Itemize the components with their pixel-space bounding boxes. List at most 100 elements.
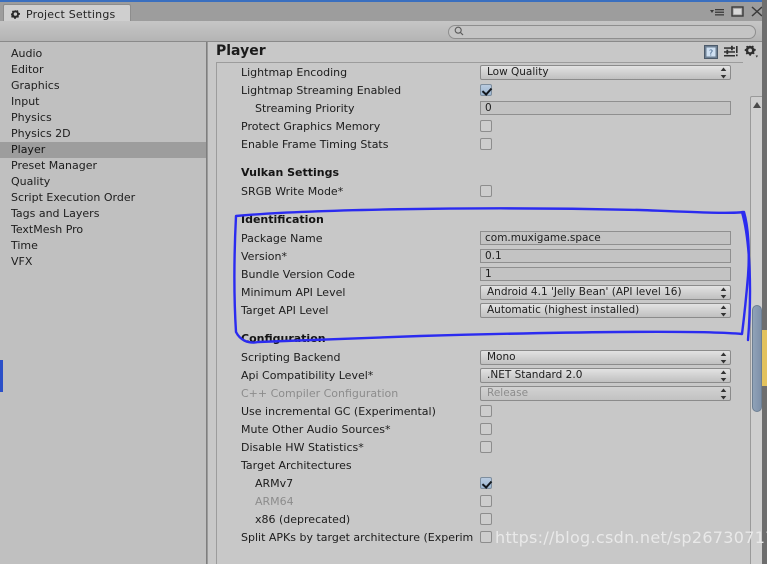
setting-row-srgb-write-mode: SRGB Write Mode* xyxy=(217,182,743,200)
sidebar-item-script-execution-order[interactable]: Script Execution Order xyxy=(0,190,206,206)
setting-label: Api Compatibility Level* xyxy=(241,368,374,382)
checkbox-armv7[interactable] xyxy=(480,477,492,489)
pane-header-icons: ? xyxy=(704,45,759,62)
setting-row-lightmap-streaming-enabled: Lightmap Streaming Enabled xyxy=(217,81,743,99)
text-field-streaming-priority[interactable]: 0 xyxy=(480,101,731,115)
checkbox-srgb-write-mode[interactable] xyxy=(480,185,492,197)
sidebar-item-label: Player xyxy=(11,143,46,156)
dropdown-target-api-level[interactable]: Automatic (highest installed) xyxy=(480,302,731,318)
sidebar-item-label: TextMesh Pro xyxy=(11,223,84,236)
preset-icon[interactable] xyxy=(724,45,738,62)
checkbox-use-incremental-gc-experimental[interactable] xyxy=(480,405,492,417)
checkbox-lightmap-streaming-enabled[interactable] xyxy=(480,84,492,96)
checkbox-x86-deprecated[interactable] xyxy=(480,513,492,525)
gear-icon[interactable] xyxy=(744,45,759,62)
help-icon[interactable]: ? xyxy=(704,45,718,62)
checkbox-protect-graphics-memory[interactable] xyxy=(480,120,492,132)
dropdown-minimum-api-level[interactable]: Android 4.1 'Jelly Bean' (API level 16) xyxy=(480,284,731,300)
setting-row-target-api-level: Target API Level Automatic (highest insta… xyxy=(217,301,743,319)
setting-label: Lightmap Encoding xyxy=(241,65,348,79)
window-right-edge xyxy=(762,0,767,564)
section-header-identification: Identification xyxy=(241,212,324,226)
row-spacer xyxy=(217,200,743,209)
chevron-updown-icon xyxy=(720,388,727,400)
page-title: Player xyxy=(216,43,266,59)
dropdown-api-compatibility-level[interactable]: .NET Standard 2.0 xyxy=(480,367,731,383)
chevron-updown-icon xyxy=(720,305,727,317)
dropdown-scripting-backend[interactable]: Mono xyxy=(480,349,731,365)
sidebar-item-vfx[interactable]: VFX xyxy=(0,254,206,270)
sidebar-item-textmesh-pro[interactable]: TextMesh Pro xyxy=(0,222,206,238)
setting-row-split-apks-by-target-architecture-experim: Split APKs by target architecture (Exper… xyxy=(217,528,743,546)
sidebar-item-label: Preset Manager xyxy=(11,159,98,172)
dropdown-value: Automatic (highest installed) xyxy=(487,303,640,316)
setting-label: Target Architectures xyxy=(241,458,352,472)
sidebar-item-editor[interactable]: Editor xyxy=(0,62,206,78)
sidebar-item-label: Script Execution Order xyxy=(11,191,136,204)
setting-row-minimum-api-level: Minimum API Level Android 4.1 'Jelly Bean… xyxy=(217,283,743,301)
sidebar-list: Audio Editor Graphics Input Physics Physics 2… xyxy=(0,42,206,270)
sidebar-item-tags-and-layers[interactable]: Tags and Layers xyxy=(0,206,206,222)
player-settings-pane: Player ? Lightmap Encoding Low Quality L… xyxy=(208,42,767,564)
dropdown-value: Mono xyxy=(487,350,516,363)
setting-label: Enable Frame Timing Stats xyxy=(241,137,389,151)
dropdown-lightmap-encoding[interactable]: Low Quality xyxy=(480,64,731,80)
setting-label: Lightmap Streaming Enabled xyxy=(241,83,402,97)
cog-icon xyxy=(10,9,21,20)
menu-icon[interactable] xyxy=(710,7,724,19)
sidebar-item-label: Editor xyxy=(11,63,44,76)
search-icon xyxy=(454,26,464,39)
setting-label: Bundle Version Code xyxy=(241,267,355,281)
setting-label: Split APKs by target architecture (Exper… xyxy=(241,530,474,544)
pane-header: Player ? xyxy=(208,42,767,62)
setting-label: Streaming Priority xyxy=(255,101,355,115)
inspector-body: Lightmap Encoding Low Quality Lightmap Str… xyxy=(216,62,743,564)
setting-label: C++ Compiler Configuration xyxy=(241,386,399,400)
dropdown-c-compiler-configuration[interactable]: Release xyxy=(480,385,731,401)
checkbox-disable-hw-statistics[interactable] xyxy=(480,441,492,453)
row-spacer xyxy=(217,153,743,162)
sidebar-item-physics[interactable]: Physics xyxy=(0,110,206,126)
sidebar-item-graphics[interactable]: Graphics xyxy=(0,78,206,94)
sidebar-item-preset-manager[interactable]: Preset Manager xyxy=(0,158,206,174)
sidebar-item-input[interactable]: Input xyxy=(0,94,206,110)
search-toolbar xyxy=(0,21,767,42)
checkbox-mute-other-audio-sources[interactable] xyxy=(480,423,492,435)
checkbox-enable-frame-timing-stats[interactable] xyxy=(480,138,492,150)
sidebar-item-quality[interactable]: Quality xyxy=(0,174,206,190)
text-field-version[interactable]: 0.1 xyxy=(480,249,731,263)
sidebar-item-player[interactable]: Player xyxy=(0,142,206,158)
sidebar-item-audio[interactable]: Audio xyxy=(0,46,206,62)
setting-row-c-compiler-configuration: C++ Compiler Configuration Release xyxy=(217,384,743,402)
dropdown-value: Low Quality xyxy=(487,65,549,78)
sidebar-item-label: Graphics xyxy=(11,79,60,92)
checkbox-split-apks-by-target-architecture-experim[interactable] xyxy=(480,531,492,543)
search-box[interactable] xyxy=(448,25,756,39)
sidebar-item-physics-2d[interactable]: Physics 2D xyxy=(0,126,206,142)
sidebar-item-label: Physics 2D xyxy=(11,127,71,140)
sidebar-item-label: Audio xyxy=(11,47,43,60)
checkbox-arm64[interactable] xyxy=(480,495,492,507)
dropdown-value: Android 4.1 'Jelly Bean' (API level 16) xyxy=(487,285,682,298)
dropdown-value: Release xyxy=(487,386,529,399)
scrollbar-thumb[interactable] xyxy=(752,305,762,412)
svg-text:?: ? xyxy=(709,48,713,57)
sidebar-item-label: Input xyxy=(11,95,40,108)
maximize-icon[interactable] xyxy=(731,6,744,19)
setting-row-use-incremental-gc-experimental: Use incremental GC (Experimental) xyxy=(217,402,743,420)
setting-label: Target API Level xyxy=(241,303,329,317)
window-titlebar: Project Settings xyxy=(0,0,767,23)
settings-sidebar: Audio Editor Graphics Input Physics Physics 2… xyxy=(0,42,207,564)
setting-row-lightmap-encoding: Lightmap Encoding Low Quality xyxy=(217,63,743,81)
setting-row-disable-hw-statistics: Disable HW Statistics* xyxy=(217,438,743,456)
project-settings-window: Project Settings Audio Editor Graphics I… xyxy=(0,0,767,564)
section-header-vulkan-settings: Vulkan Settings xyxy=(241,165,340,179)
text-field-bundle-version-code[interactable]: 1 xyxy=(480,267,731,281)
section-header-configuration: Configuration xyxy=(241,331,326,345)
setting-row-package-name: Package Name com.muxigame.space xyxy=(217,229,743,247)
setting-row-api-compatibility-level: Api Compatibility Level* .NET Standard 2.… xyxy=(217,366,743,384)
text-field-package-name[interactable]: com.muxigame.space xyxy=(480,231,731,245)
sidebar-item-time[interactable]: Time xyxy=(0,238,206,254)
setting-row-version: Version* 0.1 xyxy=(217,247,743,265)
search-input[interactable] xyxy=(464,26,744,38)
